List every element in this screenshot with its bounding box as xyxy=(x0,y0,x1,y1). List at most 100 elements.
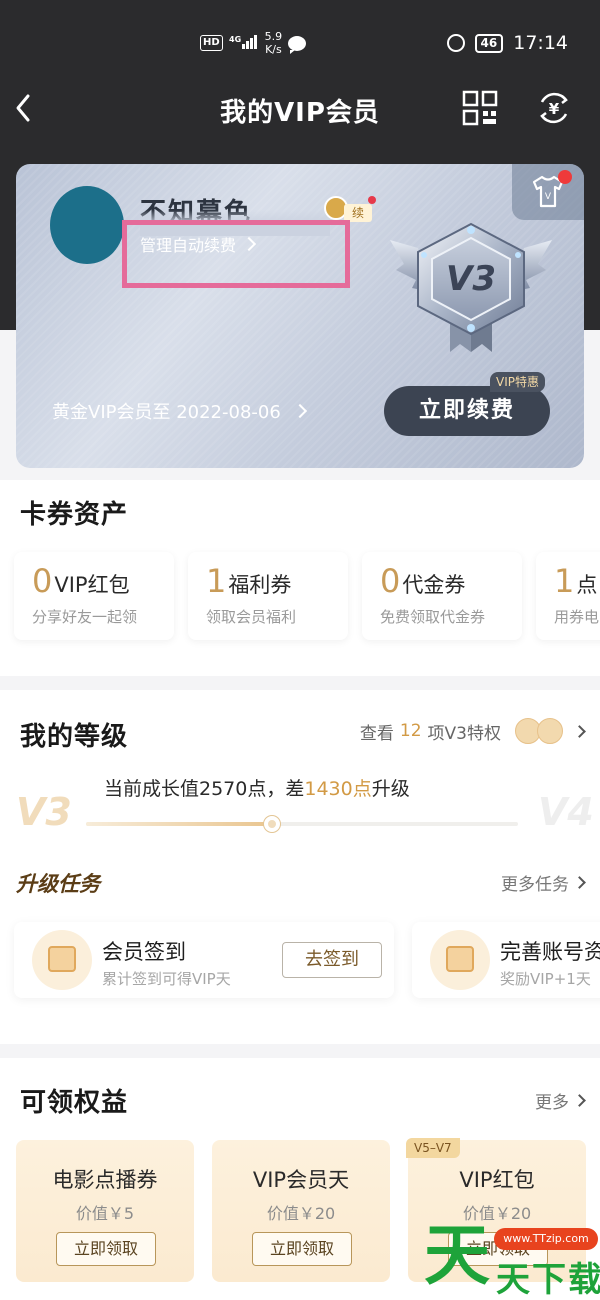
benefit-value: 价值￥20 xyxy=(266,1204,336,1223)
net-speed-value: 5.9 xyxy=(264,30,283,43)
status-right: 46 17:14 xyxy=(446,32,568,54)
status-left: HD 4G 5.9 K/s xyxy=(200,30,307,56)
asset-head: 0 代金券 xyxy=(380,562,522,600)
asset-name: 点 xyxy=(576,573,598,597)
task-desc: 累计签到可得VIP天 xyxy=(102,970,231,988)
message-icon xyxy=(288,35,307,54)
more-benefits-label: 更多 xyxy=(535,1093,569,1113)
asset-count: 1 xyxy=(554,562,575,600)
task-name: 完善账号资 xyxy=(500,940,600,964)
tier-tag: V5–V7 xyxy=(406,1138,460,1158)
card-assets-title: 卡券资产 xyxy=(20,500,129,530)
asset-vip-redpacket[interactable]: 0 VIP红包 分享好友一起领 xyxy=(14,552,174,640)
chevron-right-icon xyxy=(292,403,307,419)
alarm-icon xyxy=(446,34,465,52)
privileges-link-suffix: 项V3特权 xyxy=(427,723,501,744)
asset-head: 1 福利券 xyxy=(206,562,348,600)
next-level: V4 xyxy=(538,790,594,834)
benefits-title: 可领权益 xyxy=(20,1088,129,1118)
watermark-text: 天下载 xyxy=(496,1260,600,1300)
notification-dot xyxy=(558,170,572,184)
watermark-url: www.TTzip.com xyxy=(494,1228,598,1250)
progress-diff: 1430点 xyxy=(304,778,372,800)
asset-count: 0 xyxy=(380,562,401,600)
my-level-section: 我的等级 查看 12 项V3特权 当前成长值2570点，差1430点升级 V3 V4… xyxy=(0,690,600,1044)
status-bar: HD 4G 5.9 K/s 46 17:14 xyxy=(0,0,600,80)
progress-suffix: 升级 xyxy=(371,778,410,800)
calendar-icon xyxy=(32,930,92,990)
shirt-icon: V xyxy=(532,175,564,208)
claim-button[interactable]: 立即领取 xyxy=(252,1232,352,1266)
v3-badge-icon: V3 xyxy=(390,222,552,352)
skin-button[interactable]: V xyxy=(512,164,584,220)
svg-text:4G: 4G xyxy=(229,35,241,44)
asset-name: 代金券 xyxy=(402,573,466,597)
asset-count: 1 xyxy=(206,562,227,600)
more-tasks-label: 更多任务 xyxy=(501,875,569,895)
signal-icon: 4G xyxy=(229,34,259,53)
vip-deal-tag: VIP特惠 xyxy=(490,372,545,392)
growth-progress-bar xyxy=(86,816,518,832)
clock: 17:14 xyxy=(513,32,568,54)
renew-now-button[interactable]: 立即续费 xyxy=(384,386,550,436)
asset-points[interactable]: 1 点 用券电 xyxy=(536,552,600,640)
privilege-icons xyxy=(515,718,563,744)
task-desc: 奖励VIP+1天 xyxy=(500,970,591,988)
benefit-name: 电影点播券 xyxy=(52,1168,158,1192)
avatar[interactable] xyxy=(50,186,124,264)
hd-indicator: HD xyxy=(200,35,223,51)
asset-count: 0 xyxy=(32,562,53,600)
more-tasks-link[interactable]: 更多任务 xyxy=(501,870,586,895)
net-speed: 5.9 K/s xyxy=(265,30,283,56)
task-name: 会员签到 xyxy=(102,940,186,964)
svg-text:V: V xyxy=(545,192,552,202)
qr-code-button[interactable] xyxy=(462,90,498,126)
badge-level-text: V3 xyxy=(446,259,496,299)
current-level: V3 xyxy=(16,790,72,834)
benefit-card[interactable]: VIP会员天 价值￥20 立即领取 xyxy=(212,1140,390,1282)
asset-desc: 领取会员福利 xyxy=(206,608,297,626)
chevron-right-icon xyxy=(573,876,586,889)
asset-head: 0 VIP红包 xyxy=(32,562,174,600)
task-card-profile[interactable]: 完善账号资 奖励VIP+1天 xyxy=(412,922,600,998)
asset-desc: 免费领取代金券 xyxy=(380,608,486,626)
growth-progress-text: 当前成长值2570点，差1430点升级 xyxy=(104,774,410,801)
auto-renew-badge: 续 xyxy=(324,196,378,222)
asset-welfare-coupon[interactable]: 1 福利券 领取会员福利 xyxy=(188,552,348,640)
asset-desc: 用券电 xyxy=(554,608,600,626)
view-privileges-link[interactable]: 查看 12 项V3特权 xyxy=(360,718,586,744)
card-assets-section: 卡券资产 0 VIP红包 分享好友一起领 1 福利券 领取会员福利 0 代金券 xyxy=(0,480,600,676)
progress-prefix: 当前成长值2570点，差 xyxy=(104,778,305,800)
benefit-name: VIP红包 xyxy=(459,1168,535,1192)
task-card-checkin[interactable]: 会员签到 累计签到可得VIP天 去签到 xyxy=(14,922,394,998)
asset-desc: 分享好友一起领 xyxy=(32,608,138,626)
svg-text:¥: ¥ xyxy=(549,100,560,118)
asset-voucher[interactable]: 0 代金券 免费领取代金券 xyxy=(362,552,522,640)
coupon-icon xyxy=(537,718,563,744)
checkin-button[interactable]: 去签到 xyxy=(282,942,382,978)
calendar-icon-body xyxy=(48,946,76,972)
membership-expiry: 黄金VIP会员至 2022-08-06 xyxy=(52,402,281,423)
qr-code-icon xyxy=(462,90,498,126)
progress-marker xyxy=(263,816,280,832)
benefit-card[interactable]: 电影点播券 价值￥5 立即领取 xyxy=(16,1140,194,1282)
payment-button[interactable]: ¥ xyxy=(534,88,574,128)
vip-card: 不知幕色 续 管理自动续费 V xyxy=(16,164,584,468)
battery-icon: 46 xyxy=(474,33,504,53)
privileges-count: 12 xyxy=(399,721,422,741)
upgrade-tasks-title: 升级任务 xyxy=(16,872,100,896)
benefit-value: 价值￥5 xyxy=(75,1204,135,1223)
watermark-logo: 天 xyxy=(424,1217,490,1294)
asset-name: VIP红包 xyxy=(54,573,130,597)
chevron-right-icon xyxy=(573,1094,586,1107)
yen-refresh-icon: ¥ xyxy=(540,92,568,124)
more-benefits-link[interactable]: 更多 xyxy=(535,1088,586,1113)
membership-expiry-link[interactable]: 黄金VIP会员至 2022-08-06 xyxy=(52,398,307,424)
page-title: 我的VIP会员 xyxy=(220,98,380,128)
chevron-right-icon xyxy=(573,724,586,738)
asset-head: 1 点 xyxy=(554,562,600,600)
certificate-icon-body xyxy=(446,946,474,972)
net-speed-unit: K/s xyxy=(265,43,282,56)
claim-button[interactable]: 立即领取 xyxy=(56,1232,156,1266)
assets-row: 0 VIP红包 分享好友一起领 1 福利券 领取会员福利 0 代金券 免费领取代… xyxy=(14,552,600,640)
